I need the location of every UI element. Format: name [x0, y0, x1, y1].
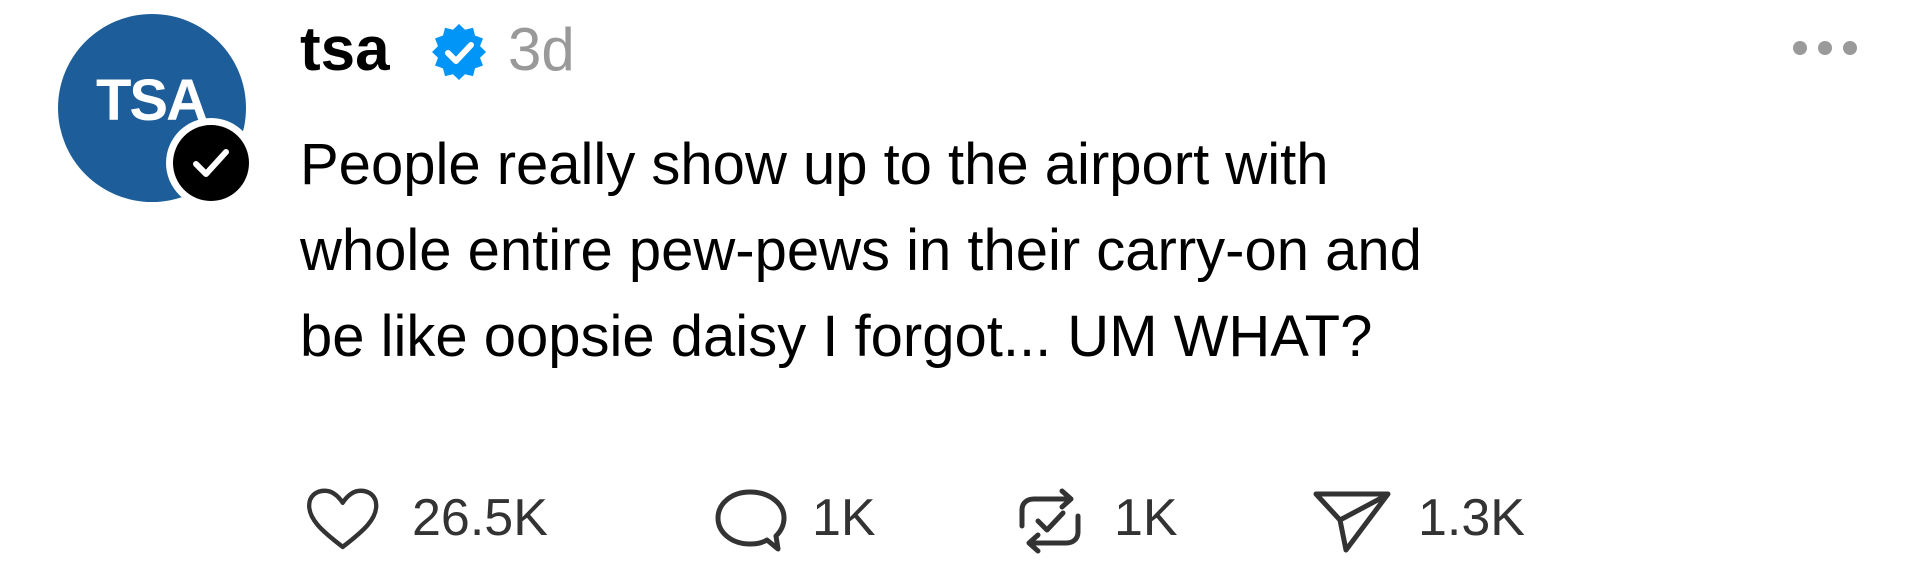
username[interactable]: tsa: [300, 14, 390, 86]
share-button[interactable]: 1.3K: [1310, 474, 1560, 564]
verified-badge-icon: [430, 23, 488, 82]
avatar-logo-text: TSA: [96, 68, 208, 133]
more-options-icon[interactable]: [1790, 38, 1860, 58]
post-body-line: People really show up to the airport wit…: [300, 132, 1329, 197]
post-body-line: be like oopsie daisy I forgot... UM WHAT…: [300, 304, 1373, 369]
reply-count: 1K: [812, 489, 876, 547]
checkmark-icon: [173, 125, 249, 201]
heart-icon: [307, 488, 379, 550]
timestamp[interactable]: 3d: [508, 14, 575, 86]
repost-icon: [1019, 488, 1081, 554]
post-card: TSA tsa 3d People really show up to the …: [0, 0, 1920, 580]
post-body-line: whole entire pew-pews in their carry-on …: [300, 218, 1422, 283]
paper-plane-icon: [1313, 491, 1391, 553]
repost-button[interactable]: 1K: [1008, 474, 1208, 564]
post-body: People really show up to the airport wit…: [300, 122, 1860, 380]
like-count: 26.5K: [412, 489, 548, 547]
speech-bubble-icon: [715, 489, 787, 552]
reply-button[interactable]: 1K: [712, 474, 912, 564]
like-button[interactable]: 26.5K: [300, 474, 600, 564]
repost-count: 1K: [1114, 489, 1178, 547]
share-count: 1.3K: [1418, 489, 1525, 547]
